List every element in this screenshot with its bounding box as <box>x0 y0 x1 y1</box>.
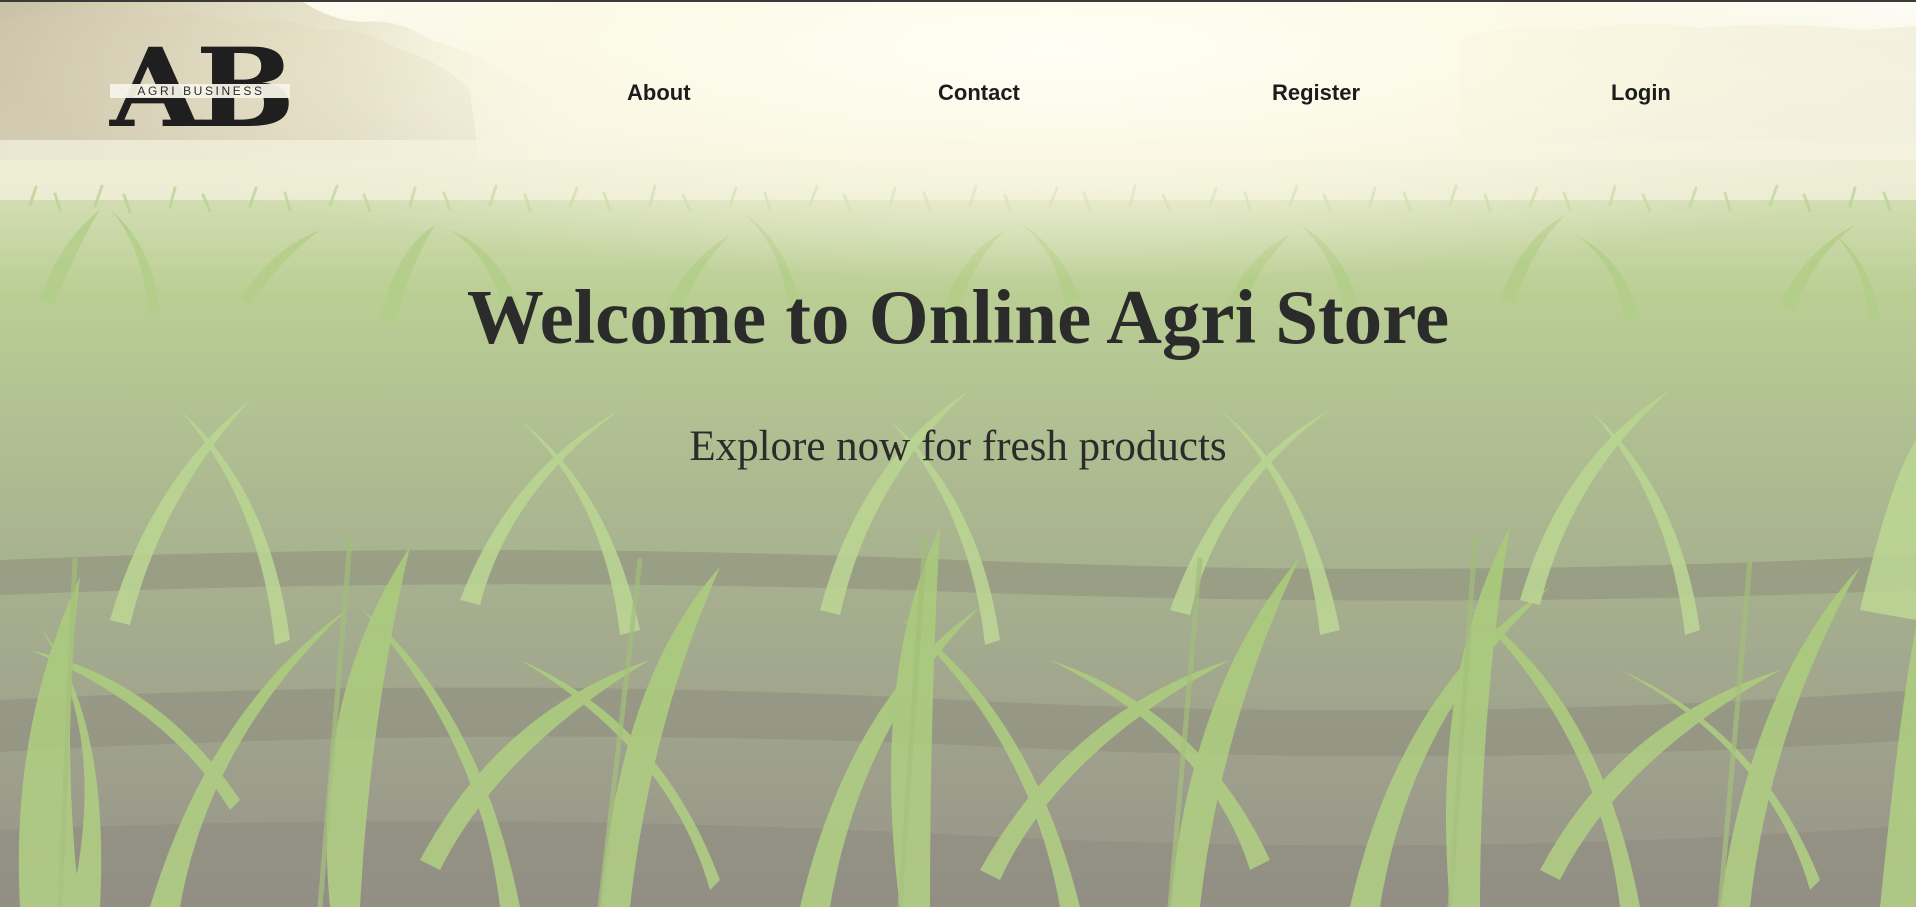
top-border <box>0 0 1916 2</box>
top-navbar: AB AGRI BUSINESS About Contact Register … <box>0 0 1916 180</box>
hero-subtitle: Explore now for fresh products <box>689 423 1227 470</box>
logo-tagline: AGRI BUSINESS <box>137 84 265 98</box>
nav-contact-link[interactable]: Contact <box>938 80 1020 106</box>
nav-about-link[interactable]: About <box>627 80 691 106</box>
nav-register-link[interactable]: Register <box>1272 80 1360 106</box>
brand-logo[interactable]: AB AGRI BUSINESS <box>110 34 300 150</box>
hero-title: Welcome to Online Agri Store <box>466 274 1450 360</box>
nav-login-link[interactable]: Login <box>1611 80 1671 106</box>
